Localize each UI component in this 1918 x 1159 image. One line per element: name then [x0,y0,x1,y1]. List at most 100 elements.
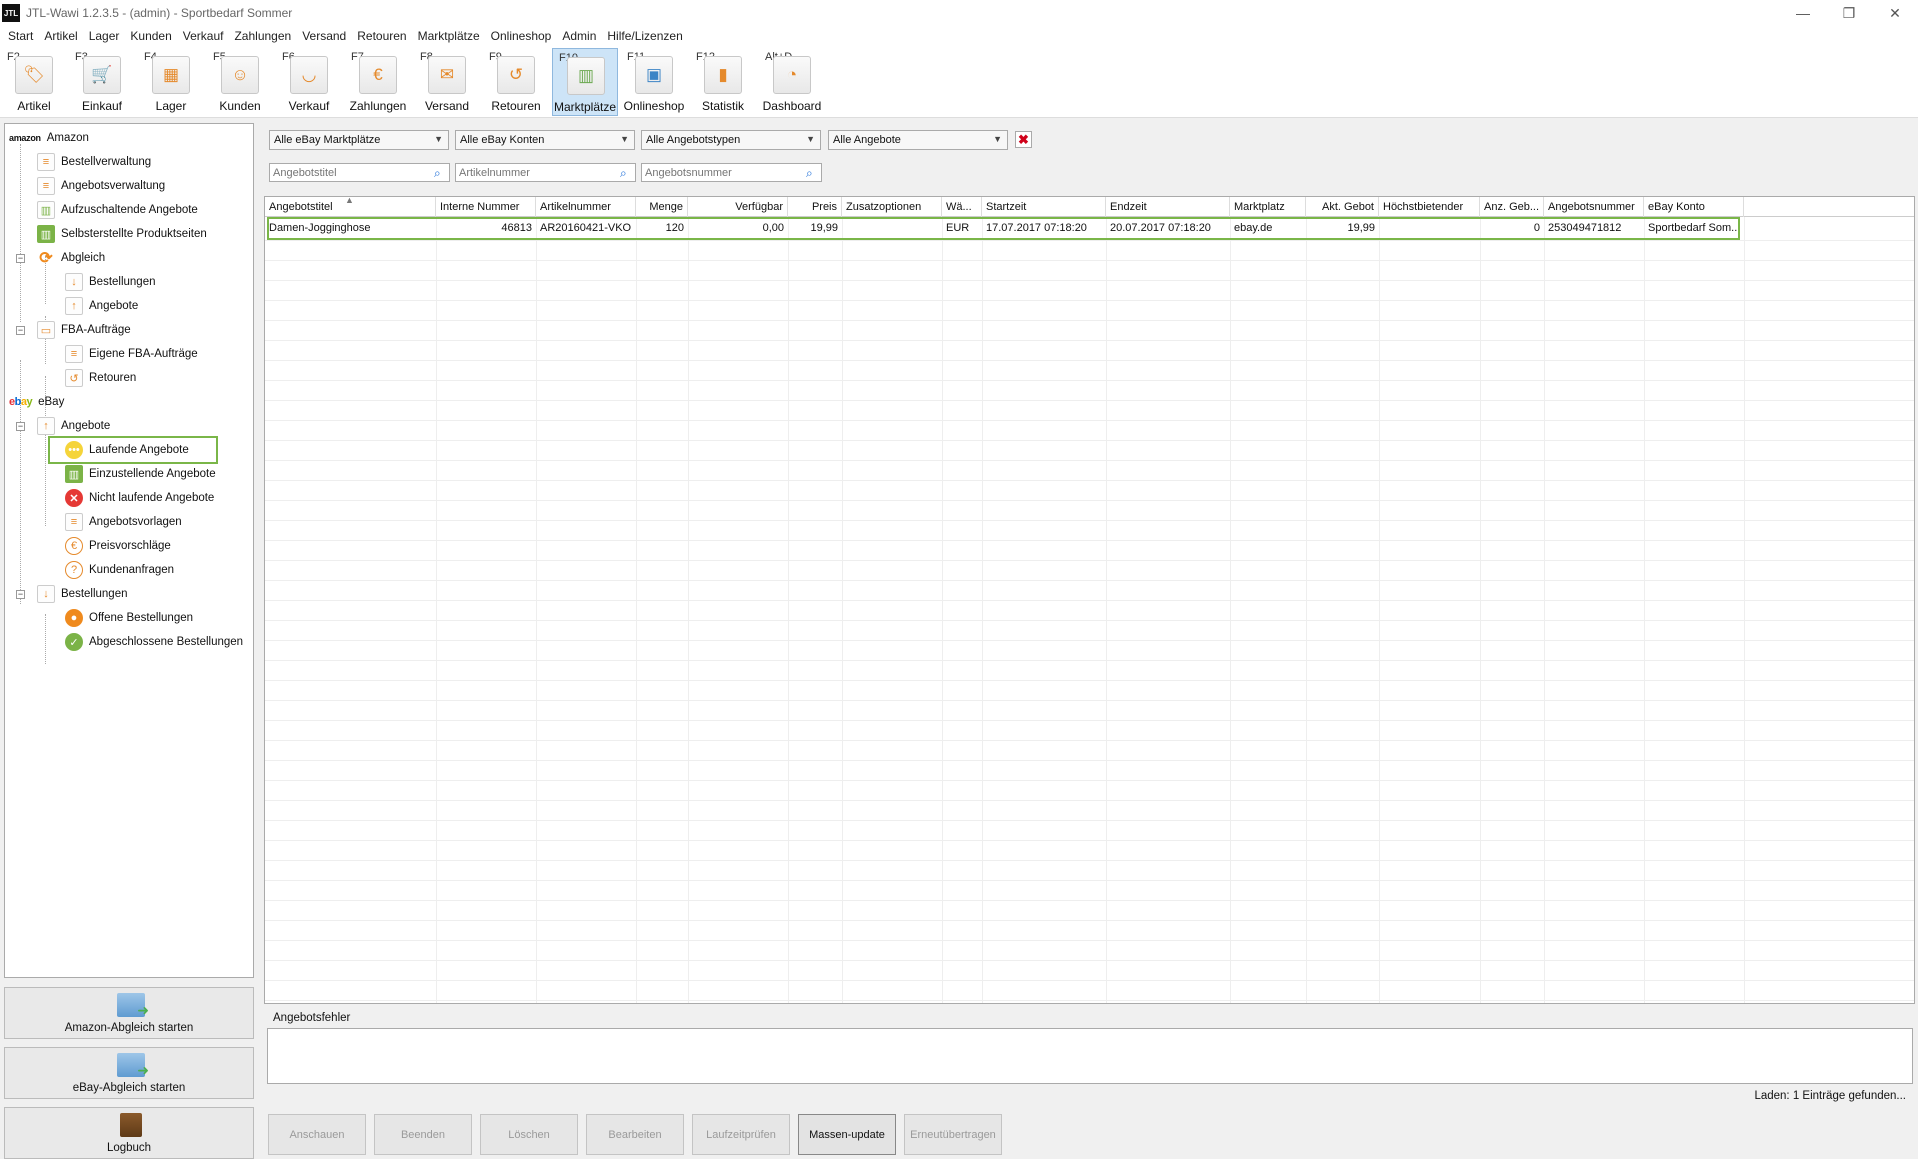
column-header[interactable]: Akt. Gebot [1306,197,1379,217]
column-header[interactable]: Angebotstitel ▲ [265,197,436,217]
toolbar-marktplaetze-button[interactable]: F10 ▥ Marktplätze [552,48,618,116]
menu-hilfe[interactable]: Hilfe/Lizenzen [603,29,689,43]
document-icon: ≡ [65,345,83,363]
menu-kunden[interactable]: Kunden [126,29,178,43]
collapse-toggle[interactable]: − [16,422,25,431]
ebay-sync-button[interactable]: eBay-Abgleich starten [4,1047,254,1099]
menu-marktplaetze[interactable]: Marktplätze [414,29,487,43]
tree-item-aufzuschaltende-angebote[interactable]: ▥ Aufzuschaltende Angebote [37,199,198,221]
massenupdate-button[interactable]: Massen-update [798,1114,896,1155]
tree-item-fba-auftraege[interactable]: ▭ FBA-Aufträge [37,319,131,341]
menu-admin[interactable]: Admin [558,29,603,43]
column-header[interactable]: Marktplatz [1230,197,1306,217]
app-logo: JTL [2,4,20,22]
toolbar-artikel-button[interactable]: F2 🏷 Artikel [1,48,67,116]
toolbar-statistik-button[interactable]: F12 ▮ Statistik [690,48,756,116]
toolbar-lager-button[interactable]: F4 ▦ Lager [138,48,204,116]
laufzeit-pruefen-button[interactable]: Laufzeit prüfen [692,1114,790,1155]
menu-artikel[interactable]: Artikel [40,29,84,43]
account-select[interactable]: Alle eBay Konten ▼ [455,130,635,150]
menu-retouren[interactable]: Retouren [353,29,413,43]
toolbar-dashboard-button[interactable]: Alt+D ◔ Dashboard [759,48,825,116]
column-header[interactable]: Interne Nummer [436,197,536,217]
tree-item-angebotsverwaltung[interactable]: ≡ Angebotsverwaltung [37,175,165,197]
offer-type-select[interactable]: Alle Angebotstypen ▼ [641,130,821,150]
menu-start[interactable]: Start [4,29,40,43]
menu-verkauf[interactable]: Verkauf [179,29,231,43]
anschauen-button[interactable]: Anschauen [268,1114,366,1155]
search-title-input[interactable] [269,163,450,182]
column-header[interactable]: Wä... [942,197,982,217]
offer-status-select[interactable]: Alle Angebote ▼ [828,130,1008,150]
tree-item-bestellverwaltung[interactable]: ≡ Bestellverwaltung [37,151,151,173]
tree-amazon[interactable]: amazon Amazon [9,127,89,149]
column-header[interactable]: Startzeit [982,197,1106,217]
search-offer-input[interactable] [641,163,822,182]
toolbar-verkauf-button[interactable]: F6 ◡ Verkauf [276,48,342,116]
menu-zahlungen[interactable]: Zahlungen [230,29,298,43]
column-header[interactable]: Zusatzoptionen [842,197,942,217]
column-header[interactable]: Angebotsnummer [1544,197,1644,217]
logbuch-button[interactable]: Logbuch [4,1107,254,1159]
column-header[interactable]: eBay Konto [1644,197,1744,217]
column-header[interactable]: Artikelnummer [536,197,636,217]
search-icon[interactable]: ⌕ [434,166,446,180]
onlineshop-icon: ▣ [635,56,673,94]
bearbeiten-button[interactable]: Bearbeiten [586,1114,684,1155]
loeschen-button[interactable]: Löschen [480,1114,578,1155]
menu-onlineshop[interactable]: Onlineshop [487,29,559,43]
column-header[interactable]: Verfügbar [688,197,788,217]
tree-item-ebay-bestellungen[interactable]: ↓ Bestellungen [37,583,128,605]
toolbar-onlineshop-button[interactable]: F11 ▣ Onlineshop [621,48,687,116]
tree-label: Angebote [89,300,139,312]
warehouse-icon: ▦ [152,56,190,94]
tree-item-abgleich-bestellungen[interactable]: ↓ Bestellungen [65,271,156,293]
tree-item-eigene-fba-auftraege[interactable]: ≡ Eigene FBA-Aufträge [65,343,198,365]
tree-item-selbsterstellte-produktseiten[interactable]: ▥ Selbsterstellte Produktseiten [37,223,207,245]
tree-item-abgeschlossene-bestellungen[interactable]: ✓ Abgeschlossene Bestellungen [65,631,243,653]
amazon-sync-button[interactable]: Amazon-Abgleich starten [4,987,254,1039]
main-toolbar: F2 🏷 Artikel F3 🛒 Einkauf F4 ▦ Lager F5 … [0,46,1918,118]
search-icon[interactable]: ⌕ [620,166,632,180]
menu-lager[interactable]: Lager [85,29,127,43]
tree-item-kundenanfragen[interactable]: ? Kundenanfragen [65,559,174,581]
maximize-button[interactable]: ❐ [1826,0,1872,26]
toolbar-label: Onlineshop [623,99,685,113]
tree-item-nicht-laufende-angebote[interactable]: ✕ Nicht laufende Angebote [65,487,214,509]
tree-item-preisvorschlaege[interactable]: € Preisvorschläge [65,535,171,557]
tree-item-abgleich-angebote[interactable]: ↑ Angebote [65,295,138,317]
column-header[interactable]: Anz. Geb... [1480,197,1544,217]
toolbar-einkauf-button[interactable]: F3 🛒 Einkauf [69,48,135,116]
toolbar-versand-button[interactable]: F8 ✉ Versand [414,48,480,116]
tree-item-fba-retouren[interactable]: ↺ Retouren [65,367,136,389]
column-header[interactable]: Preis [788,197,842,217]
toolbar-zahlungen-button[interactable]: F7 € Zahlungen [345,48,411,116]
column-header[interactable]: Höchstbietender [1379,197,1480,217]
close-button[interactable]: ✕ [1872,0,1918,26]
document-icon: ≡ [37,153,55,171]
menu-versand[interactable]: Versand [298,29,353,43]
search-article-input[interactable] [455,163,636,182]
tree-item-abgleich[interactable]: ⟳ Abgleich [37,247,105,269]
toolbar-label: Kunden [219,99,261,113]
beenden-button[interactable]: Beenden [374,1114,472,1155]
collapse-toggle[interactable]: − [16,590,25,599]
toolbar-kunden-button[interactable]: F5 ☺ Kunden [207,48,273,116]
tree-label: Retouren [89,372,137,384]
toolbar-retouren-button[interactable]: F9 ↺ Retouren [483,48,549,116]
tree-item-offene-bestellungen[interactable]: ● Offene Bestellungen [65,607,193,629]
check-icon: ✓ [65,633,83,651]
column-header[interactable]: Menge [636,197,688,217]
column-header[interactable]: Endzeit [1106,197,1230,217]
minimize-button[interactable]: — [1780,0,1826,26]
collapse-toggle[interactable]: − [16,326,25,335]
clear-filter-button[interactable]: ✖ [1015,131,1032,148]
tree-ebay[interactable]: ebay eBay [9,391,64,413]
tree-item-ebay-angebote[interactable]: ↑ Angebote [37,415,110,437]
search-icon[interactable]: ⌕ [806,166,818,180]
erneut-uebertragen-button[interactable]: Erneut übertragen [904,1114,1002,1155]
tree-item-angebotsvorlagen[interactable]: ≡ Angebotsvorlagen [65,511,182,533]
tree-item-einzustellende-angebote[interactable]: ▥ Einzustellende Angebote [65,463,216,485]
marketplace-select[interactable]: Alle eBay Marktplätze ▼ [269,130,449,150]
collapse-toggle[interactable]: − [16,254,25,263]
